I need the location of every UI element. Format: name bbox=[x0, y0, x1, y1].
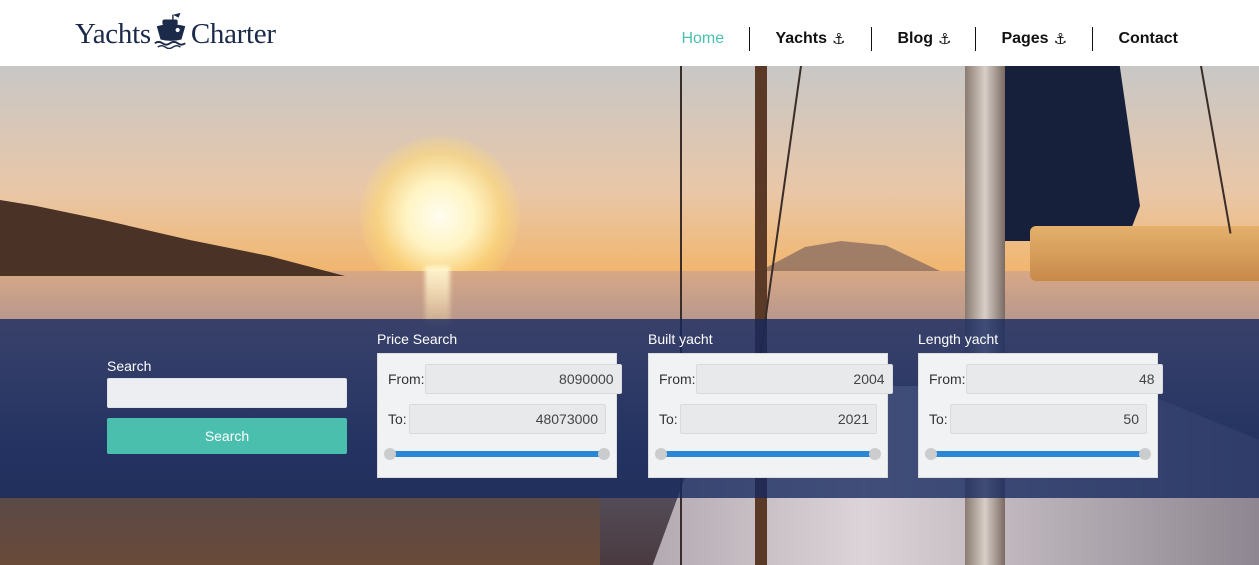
nav-home[interactable]: Home bbox=[681, 26, 750, 52]
slider-handle-min[interactable] bbox=[655, 448, 667, 460]
distant-island bbox=[760, 241, 940, 271]
nav-pages[interactable]: Pages ⚓ bbox=[976, 26, 1092, 52]
boom bbox=[1030, 226, 1259, 281]
nav-yachts[interactable]: Yachts ⚓ bbox=[750, 26, 871, 52]
anchor-icon: ⚓ bbox=[832, 31, 846, 48]
to-label: To: bbox=[659, 411, 678, 427]
length-to-input[interactable] bbox=[950, 404, 1147, 434]
to-row: To: bbox=[388, 404, 606, 434]
nav-contact[interactable]: Contact bbox=[1093, 26, 1178, 52]
search-panel: Search Search Price Search From: To: Bui… bbox=[0, 319, 1259, 498]
from-row: From: bbox=[929, 364, 1163, 394]
nav-pages-label: Pages bbox=[1001, 30, 1049, 47]
to-label: To: bbox=[929, 411, 948, 427]
slider-handle-min[interactable] bbox=[925, 448, 937, 460]
filter-title: Built yacht bbox=[648, 331, 713, 347]
anchor-icon: ⚓ bbox=[1053, 31, 1068, 48]
slider-handle-min[interactable] bbox=[384, 448, 396, 460]
filter-box: From: To: bbox=[648, 353, 893, 478]
ship-icon bbox=[154, 12, 186, 49]
filter-box: From: To: bbox=[918, 353, 1163, 478]
from-label: From: bbox=[659, 371, 696, 387]
from-row: From: bbox=[659, 364, 893, 394]
search-input[interactable] bbox=[107, 378, 347, 408]
logo-text-right: Charter bbox=[190, 17, 276, 50]
length-filter: Length yacht From: To: bbox=[918, 330, 1163, 478]
slider-handle-max[interactable] bbox=[1139, 448, 1151, 460]
to-row: To: bbox=[659, 404, 877, 434]
nav-home-label: Home bbox=[681, 30, 725, 47]
sun-reflection bbox=[425, 266, 450, 326]
island bbox=[0, 200, 345, 276]
built-year-filter: Built yacht From: To: bbox=[648, 330, 893, 478]
logo[interactable]: Yachts Charter bbox=[75, 12, 276, 54]
to-row: To: bbox=[929, 404, 1147, 434]
built-from-input[interactable] bbox=[695, 364, 893, 394]
rigging-line bbox=[1200, 66, 1232, 234]
sail bbox=[1005, 66, 1140, 241]
nav-contact-label: Contact bbox=[1118, 30, 1178, 47]
logo-text-left: Yachts bbox=[75, 17, 151, 50]
filter-title: Price Search bbox=[377, 331, 458, 347]
slider-handle-max[interactable] bbox=[598, 448, 610, 460]
from-label: From: bbox=[388, 371, 425, 387]
filter-title: Length yacht bbox=[918, 331, 999, 347]
search-button[interactable]: Search bbox=[107, 418, 347, 454]
nav-blog[interactable]: Blog ⚓ bbox=[872, 26, 975, 52]
to-label: To: bbox=[388, 411, 407, 427]
anchor-icon: ⚓ bbox=[937, 31, 952, 48]
search-section: Search Search bbox=[107, 357, 347, 454]
price-filter: Price Search From: To: bbox=[377, 330, 622, 478]
main-nav: Home Yachts ⚓ Blog ⚓ Pages ⚓ Contact bbox=[681, 26, 1178, 52]
slider-track bbox=[661, 451, 875, 457]
length-range-slider[interactable] bbox=[925, 447, 1151, 461]
price-range-slider[interactable] bbox=[384, 447, 610, 461]
slider-track bbox=[931, 451, 1145, 457]
price-from-input[interactable] bbox=[424, 364, 622, 394]
water bbox=[0, 496, 600, 565]
built-range-slider[interactable] bbox=[655, 447, 881, 461]
site-header: Yachts Charter Home Yachts ⚓ Blog ⚓ Page… bbox=[0, 0, 1259, 66]
slider-handle-max[interactable] bbox=[869, 448, 881, 460]
length-from-input[interactable] bbox=[965, 364, 1163, 394]
search-label: Search bbox=[107, 358, 152, 374]
built-to-input[interactable] bbox=[680, 404, 877, 434]
slider-track bbox=[390, 451, 604, 457]
filter-box: From: To: bbox=[377, 353, 622, 478]
from-row: From: bbox=[388, 364, 622, 394]
price-to-input[interactable] bbox=[409, 404, 606, 434]
from-label: From: bbox=[929, 371, 966, 387]
nav-blog-label: Blog bbox=[897, 30, 933, 47]
nav-yachts-label: Yachts bbox=[775, 30, 828, 47]
